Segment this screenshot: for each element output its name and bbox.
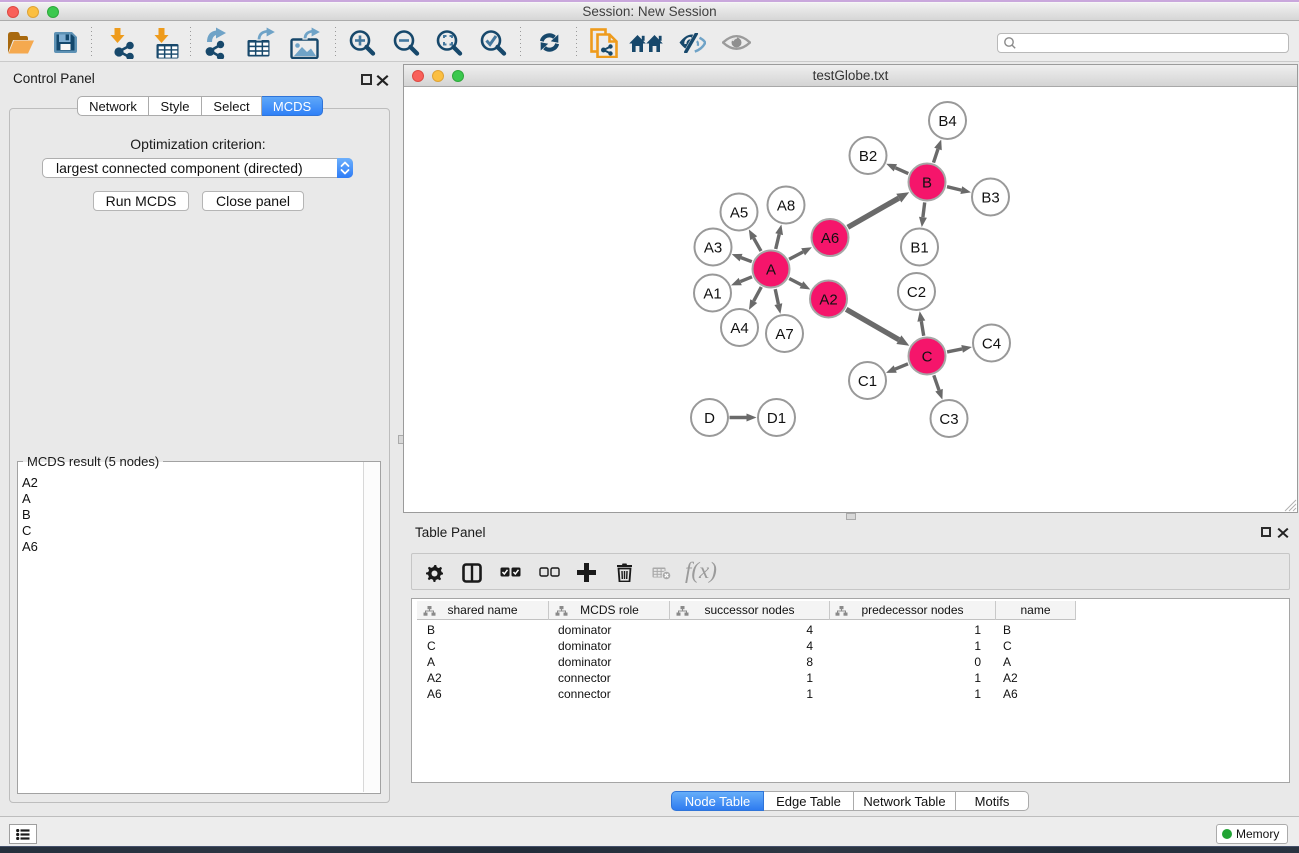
svg-text:C4: C4 bbox=[982, 335, 1001, 352]
svg-text:A8: A8 bbox=[777, 197, 795, 214]
svg-text:B3: B3 bbox=[981, 189, 999, 206]
svg-text:B: B bbox=[922, 174, 932, 191]
svg-text:A7: A7 bbox=[775, 326, 793, 343]
svg-text:B1: B1 bbox=[910, 239, 928, 256]
svg-text:B4: B4 bbox=[938, 113, 956, 130]
svg-text:A5: A5 bbox=[730, 204, 748, 221]
svg-text:D1: D1 bbox=[767, 410, 786, 427]
svg-text:A2: A2 bbox=[819, 291, 837, 308]
svg-text:C1: C1 bbox=[858, 373, 877, 390]
svg-text:C3: C3 bbox=[939, 411, 958, 428]
svg-text:A: A bbox=[766, 261, 776, 278]
svg-text:A1: A1 bbox=[703, 285, 721, 302]
svg-text:C2: C2 bbox=[907, 284, 926, 301]
svg-text:A6: A6 bbox=[821, 230, 839, 247]
svg-text:A3: A3 bbox=[704, 239, 722, 256]
svg-text:B2: B2 bbox=[859, 148, 877, 165]
svg-text:D: D bbox=[704, 410, 715, 427]
svg-text:A4: A4 bbox=[730, 320, 748, 337]
svg-text:C: C bbox=[922, 348, 933, 365]
